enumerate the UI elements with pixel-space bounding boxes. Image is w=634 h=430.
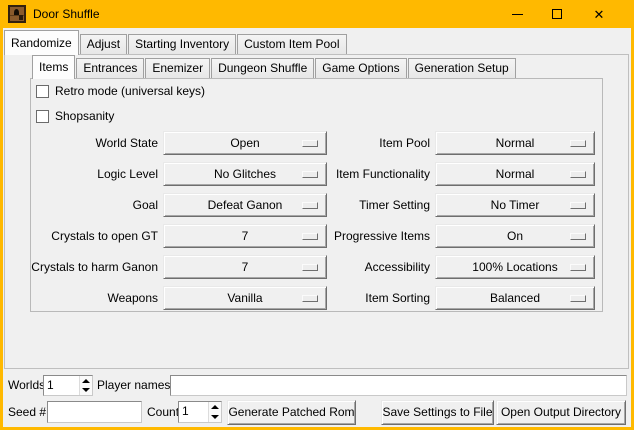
spinner-arrows bbox=[79, 376, 92, 395]
seed-label: Seed # bbox=[8, 401, 46, 423]
crystals-open-gt-dropdown[interactable]: 7 bbox=[163, 224, 327, 248]
world-state-label: World State bbox=[25, 131, 158, 155]
save-settings-button[interactable]: Save Settings to File bbox=[381, 400, 494, 425]
dropdown-indicator-icon bbox=[570, 140, 586, 147]
maximize-icon bbox=[552, 9, 562, 19]
dropdown-value: Balanced bbox=[490, 291, 540, 305]
spin-up-icon[interactable] bbox=[209, 402, 221, 412]
accessibility-label: Accessibility bbox=[330, 255, 430, 279]
item-sorting-label: Item Sorting bbox=[330, 286, 430, 310]
worlds-value[interactable]: 1 bbox=[44, 376, 79, 395]
dropdown-value: 7 bbox=[242, 260, 249, 274]
dropdown-indicator-icon bbox=[570, 264, 586, 271]
window-title: Door Shuffle bbox=[33, 0, 100, 28]
player-names-label: Player names bbox=[97, 375, 170, 396]
spinner-arrows bbox=[208, 402, 221, 422]
player-names-input[interactable] bbox=[170, 375, 627, 396]
close-button[interactable]: ✕ bbox=[577, 0, 621, 28]
count-label: Count bbox=[147, 401, 179, 423]
app-window: Door Shuffle ✕ Randomize Adjust Starting… bbox=[0, 0, 634, 430]
seed-input[interactable] bbox=[47, 401, 142, 423]
close-icon: ✕ bbox=[594, 8, 605, 21]
door-icon bbox=[8, 5, 26, 23]
dropdown-indicator-icon bbox=[302, 140, 318, 147]
dropdown-indicator-icon bbox=[302, 264, 318, 271]
door-mark bbox=[19, 15, 23, 20]
item-functionality-dropdown[interactable]: Normal bbox=[435, 162, 595, 186]
checkbox-label: Retro mode (universal keys) bbox=[55, 84, 205, 98]
timer-setting-label: Timer Setting bbox=[330, 193, 430, 217]
dropdown-value: Defeat Ganon bbox=[208, 198, 283, 212]
shopsanity-checkbox[interactable]: Shopsanity bbox=[36, 109, 114, 123]
tab-starting-inventory[interactable]: Starting Inventory bbox=[128, 34, 236, 54]
goal-dropdown[interactable]: Defeat Ganon bbox=[163, 193, 327, 217]
tab-adjust[interactable]: Adjust bbox=[80, 34, 127, 54]
titlebar[interactable]: Door Shuffle ✕ bbox=[0, 0, 634, 28]
dropdown-indicator-icon bbox=[302, 295, 318, 302]
progressive-items-label: Progressive Items bbox=[330, 224, 430, 248]
spin-down-icon[interactable] bbox=[80, 386, 92, 396]
accessibility-dropdown[interactable]: 100% Locations bbox=[435, 255, 595, 279]
weapons-dropdown[interactable]: Vanilla bbox=[163, 286, 327, 310]
crystals-harm-ganon-dropdown[interactable]: 7 bbox=[163, 255, 327, 279]
dropdown-value: Normal bbox=[496, 136, 535, 150]
dropdown-value: 100% Locations bbox=[472, 260, 557, 274]
item-sorting-dropdown[interactable]: Balanced bbox=[435, 286, 595, 310]
dropdown-indicator-icon bbox=[302, 171, 318, 178]
tab-enemizer[interactable]: Enemizer bbox=[145, 58, 210, 78]
minimize-button[interactable] bbox=[497, 0, 537, 28]
dropdown-indicator-icon bbox=[302, 202, 318, 209]
outer-tab-bar: Randomize Adjust Starting Inventory Cust… bbox=[4, 30, 347, 54]
checkbox-label: Shopsanity bbox=[55, 109, 114, 123]
worlds-spinner[interactable]: 1 bbox=[43, 375, 93, 396]
maximize-button[interactable] bbox=[537, 0, 577, 28]
crystals-harm-ganon-label: Crystals to harm Ganon bbox=[25, 255, 158, 279]
item-pool-label: Item Pool bbox=[330, 131, 430, 155]
goal-label: Goal bbox=[25, 193, 158, 217]
world-state-dropdown[interactable]: Open bbox=[163, 131, 327, 155]
worlds-label: Worlds bbox=[8, 375, 45, 396]
tab-game-options[interactable]: Game Options bbox=[315, 58, 406, 78]
tab-generation-setup[interactable]: Generation Setup bbox=[408, 58, 516, 78]
dropdown-value: Vanilla bbox=[227, 291, 262, 305]
tab-custom-item-pool[interactable]: Custom Item Pool bbox=[237, 34, 346, 54]
minimize-icon bbox=[512, 14, 523, 15]
inner-tab-bar: Items Entrances Enemizer Dungeon Shuffle… bbox=[32, 55, 516, 78]
item-pool-dropdown[interactable]: Normal bbox=[435, 131, 595, 155]
timer-setting-dropdown[interactable]: No Timer bbox=[435, 193, 595, 217]
checkbox-box[interactable] bbox=[36, 110, 49, 123]
tab-randomize[interactable]: Randomize bbox=[4, 30, 79, 55]
dropdown-indicator-icon bbox=[570, 233, 586, 240]
generate-patched-rom-button[interactable]: Generate Patched Rom bbox=[227, 400, 356, 425]
dropdown-indicator-icon bbox=[302, 233, 318, 240]
checkbox-box[interactable] bbox=[36, 85, 49, 98]
tab-dungeon-shuffle[interactable]: Dungeon Shuffle bbox=[211, 58, 314, 78]
logic-level-label: Logic Level bbox=[25, 162, 158, 186]
spin-down-icon[interactable] bbox=[209, 412, 221, 422]
dropdown-value: Normal bbox=[496, 167, 535, 181]
dropdown-value: 7 bbox=[242, 229, 249, 243]
logic-level-dropdown[interactable]: No Glitches bbox=[163, 162, 327, 186]
dropdown-indicator-icon bbox=[570, 171, 586, 178]
item-functionality-label: Item Functionality bbox=[330, 162, 430, 186]
tab-entrances[interactable]: Entrances bbox=[76, 58, 144, 78]
dropdown-indicator-icon bbox=[570, 295, 586, 302]
dropdown-value: No Glitches bbox=[214, 167, 276, 181]
progressive-items-dropdown[interactable]: On bbox=[435, 224, 595, 248]
dropdown-indicator-icon bbox=[570, 202, 586, 209]
count-value[interactable]: 1 bbox=[179, 402, 208, 422]
retro-mode-checkbox[interactable]: Retro mode (universal keys) bbox=[36, 84, 205, 98]
dropdown-value: Open bbox=[230, 136, 259, 150]
dropdown-value: No Timer bbox=[491, 198, 540, 212]
dropdown-value: On bbox=[507, 229, 523, 243]
open-output-directory-button[interactable]: Open Output Directory bbox=[496, 400, 626, 425]
tab-items[interactable]: Items bbox=[32, 55, 75, 79]
spin-up-icon[interactable] bbox=[80, 376, 92, 386]
weapons-label: Weapons bbox=[25, 286, 158, 310]
crystals-open-gt-label: Crystals to open GT bbox=[25, 224, 158, 248]
count-spinner[interactable]: 1 bbox=[178, 401, 222, 423]
